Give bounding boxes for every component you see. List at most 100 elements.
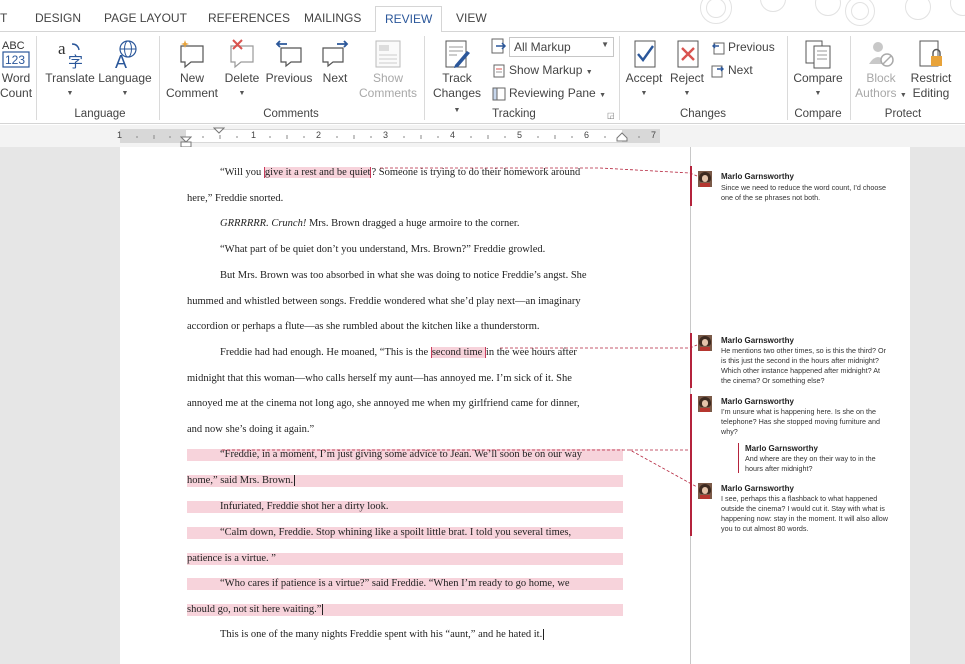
text-line[interactable]: “Freddie, in a moment, I’m just giving s…	[220, 449, 582, 460]
indent-markers-icon[interactable]	[180, 126, 192, 148]
reject-button[interactable]: Reject ▼	[667, 38, 707, 101]
translate-button[interactable]: a 字 Translate ▼	[44, 38, 96, 101]
comment-indicator-bar	[690, 394, 692, 536]
compare-button[interactable]: Compare ▼	[790, 38, 846, 101]
delete-comment-icon	[230, 39, 254, 69]
text-run: ? Someone is trying to do their homework…	[371, 167, 581, 178]
display-for-review-icon	[491, 38, 507, 54]
text-line[interactable]: and now she’s doing it again.”	[187, 424, 314, 435]
tab-design[interactable]: DESIGN	[35, 11, 81, 25]
previous-comment-button[interactable]: Previous	[263, 38, 315, 86]
tab-mailings[interactable]: MAILINGS	[304, 11, 361, 25]
tab-view[interactable]: VIEW	[456, 11, 487, 25]
show-markup-button[interactable]: Show Markup ▼	[492, 62, 593, 81]
new-comment-button[interactable]: New Comment	[162, 38, 222, 101]
tab-references[interactable]: REFERENCES	[208, 11, 290, 25]
horizontal-ruler[interactable]: 1 1 2 3 4 5 6 7	[0, 125, 965, 148]
previous-comment-label: Previous	[265, 71, 313, 85]
show-comments-icon	[375, 40, 401, 68]
comment-text-line: He mentions two other times, so is this …	[721, 346, 886, 355]
reject-caret: ▼	[683, 90, 691, 97]
text-line[interactable]: Freddie had had enough. He moaned, “This…	[220, 347, 577, 358]
next-comment-label: Next	[322, 71, 348, 85]
accept-caret: ▼	[640, 90, 648, 97]
comment-text-line: why?	[721, 427, 738, 436]
text-line[interactable]: But Mrs. Brown was too absorbed in what …	[220, 270, 587, 281]
word-count-label-1: Word	[1, 71, 31, 85]
restrict-editing-label-2: Editing	[912, 86, 950, 100]
comment-author: Marlo Garnsworthy	[721, 336, 794, 345]
accept-label: Accept	[625, 71, 663, 85]
block-authors-label-text: Authors	[855, 86, 897, 100]
accept-button[interactable]: Accept ▼	[622, 38, 666, 101]
comment-body[interactable]: Since we need to reduce the word count, …	[721, 183, 886, 203]
language-dropdown-caret: ▼	[121, 90, 129, 97]
text-line[interactable]: GRRRRRR. Crunch! Mrs. Brown dragged a hu…	[220, 218, 519, 229]
previous-change-button[interactable]: Previous	[711, 39, 775, 55]
text-line[interactable]: Infuriated, Freddie shot her a dirty loo…	[220, 501, 389, 512]
tab-review[interactable]: REVIEW	[375, 6, 443, 33]
text-line[interactable]: patience is a virtue. ”	[187, 553, 276, 564]
svg-text:a: a	[58, 39, 66, 58]
text-run: “Will you	[220, 167, 264, 178]
track-changes-label-1: Track	[442, 71, 472, 85]
text-line[interactable]: “What part of be quiet don’t you underst…	[220, 244, 545, 255]
text-run: “Freddie, in a moment, I’m just giving s…	[220, 449, 583, 460]
comment-text-line: And where are they on their way to in th…	[745, 454, 876, 463]
text-run: Infuriated, Freddie shot her a dirty loo…	[220, 501, 389, 512]
next-change-label: Next	[728, 63, 753, 77]
word-count-button[interactable]: ABC 123 Word Count	[0, 38, 32, 101]
tracking-dialog-launcher-icon[interactable]: ◲	[607, 111, 615, 120]
restrict-editing-button[interactable]: Restrict Editing	[908, 38, 954, 101]
comment-text-line: hours after midnight?	[745, 464, 813, 473]
reviewing-pane-caret: ▼	[599, 92, 606, 99]
text-line[interactable]: midnight that this woman—who calls herse…	[187, 373, 572, 384]
text-line[interactable]: hummed and whistled between songs. Fredd…	[187, 296, 581, 307]
tab-page-layout[interactable]: PAGE LAYOUT	[104, 11, 187, 25]
text-line[interactable]: annoyed me at the cinema not long ago, s…	[187, 398, 580, 409]
text-line[interactable]: here,” Freddie snorted.	[187, 193, 283, 204]
right-indent-icon[interactable]	[616, 132, 628, 142]
language-button[interactable]: A Language ▼	[97, 38, 153, 101]
delete-comment-label: Delete	[224, 71, 260, 85]
range-end-marker	[322, 604, 324, 616]
group-separator	[850, 36, 851, 120]
track-changes-button[interactable]: Track Changes ▼	[428, 38, 486, 118]
comment-body[interactable]: He mentions two other times, so is this …	[721, 346, 886, 386]
ribbon-review: ABC 123 Word Count a 字 Translate ▼ A Lan…	[0, 32, 965, 124]
text-line[interactable]: “Who cares if patience is a virtue?” sai…	[220, 578, 570, 589]
comment-body[interactable]: I’m unsure what is happening here. Is sh…	[721, 407, 880, 437]
text-run: here,” Freddie snorted.	[187, 193, 284, 204]
comment-body[interactable]: I see, perhaps this a flashback to what …	[721, 494, 888, 534]
markup-select[interactable]: All Markup ▼	[509, 37, 614, 57]
commented-phrase[interactable]: second time	[430, 347, 486, 358]
delete-dropdown-caret: ▼	[238, 90, 246, 97]
track-changes-label-text: Changes	[432, 86, 482, 100]
text-line[interactable]: This is one of the many nights Freddie s…	[220, 629, 545, 641]
comment-author: Marlo Garnsworthy	[721, 172, 794, 181]
show-comments-button[interactable]: Show Comments	[356, 38, 420, 101]
text-line[interactable]: “Will you give it a rest and be quiet? S…	[220, 167, 580, 178]
reply-body[interactable]: And where are they on their way to in th…	[745, 454, 876, 474]
text-line[interactable]: home,” said Mrs. Brown.	[187, 475, 296, 487]
text-run: annoyed me at the cinema not long ago, s…	[187, 398, 580, 409]
tab-file-partial[interactable]: T	[0, 11, 7, 25]
next-change-button[interactable]: Next	[711, 62, 753, 78]
text-run: should go, not sit here waiting.”	[187, 604, 322, 615]
comment-text-line: Which other instance happened after midn…	[721, 366, 881, 375]
first-line-indent-icon[interactable]	[213, 127, 225, 135]
text-line[interactable]: “Calm down, Freddie. Stop whining like a…	[220, 527, 571, 538]
text-run-italic: GRRRRRR. Crunch!	[220, 218, 307, 229]
group-label-comments: Comments	[263, 108, 319, 120]
text-run: and now she’s doing it again.”	[187, 424, 315, 435]
ruler-strip: 1 1 2 3 4 5 6 7	[117, 129, 660, 143]
block-authors-button[interactable]: Block Authors ▼	[853, 38, 909, 103]
text-run: This is one of the many nights Freddie s…	[220, 629, 543, 640]
text-line[interactable]: accordion or perhaps a flute—as she rumb…	[187, 321, 540, 332]
text-line[interactable]: should go, not sit here waiting.”	[187, 604, 324, 616]
next-comment-button[interactable]: Next	[316, 38, 354, 86]
commented-phrase[interactable]: give it a rest and be quiet	[263, 167, 372, 178]
compare-caret: ▼	[814, 90, 822, 97]
reviewing-pane-button[interactable]: Reviewing Pane ▼	[492, 85, 606, 104]
delete-comment-button[interactable]: Delete ▼	[222, 38, 262, 101]
